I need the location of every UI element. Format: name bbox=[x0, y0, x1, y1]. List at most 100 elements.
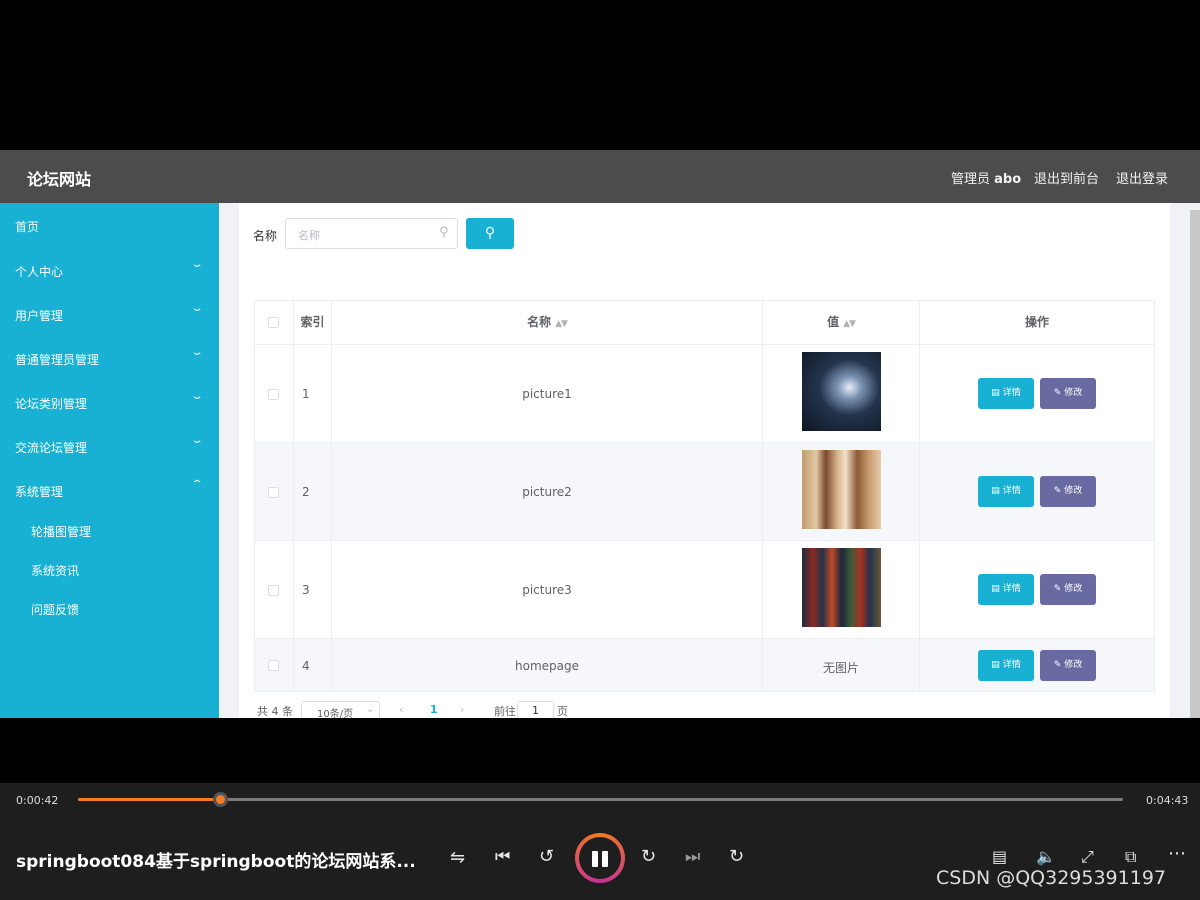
next-icon[interactable]: ⏭ bbox=[685, 847, 700, 867]
sidebar-item-home[interactable]: 首页 bbox=[0, 205, 219, 245]
column-header-value[interactable]: 值 ▲▼ bbox=[763, 301, 920, 344]
back-to-front-link[interactable]: 退出到前台 bbox=[1034, 168, 1099, 187]
document-icon: ▤ bbox=[991, 486, 1000, 496]
sidebar-subitem-news[interactable]: 系统资讯 bbox=[0, 549, 219, 589]
column-header-label: 名称 bbox=[527, 315, 552, 329]
no-image-text: 无图片 bbox=[822, 661, 859, 675]
rewind-10-icon[interactable]: ↺ bbox=[539, 846, 554, 867]
sidebar: 首页 个人中心 ⌄ 用户管理 ⌄ 普通管理员管理 ⌄ 论坛类别管理 ⌄ 交流论坛管理 ⌄ … bbox=[0, 203, 219, 718]
logout-link[interactable]: 退出登录 bbox=[1116, 168, 1168, 187]
admin-name: abo bbox=[994, 172, 1022, 187]
prev-page-icon[interactable]: ‹ bbox=[399, 703, 403, 716]
row-checkbox[interactable] bbox=[268, 487, 279, 498]
page-number[interactable]: 1 bbox=[430, 703, 438, 716]
detail-label: 详情 bbox=[1002, 486, 1021, 496]
sidebar-item-users[interactable]: 用户管理 ⌄ bbox=[0, 294, 219, 334]
detail-button[interactable]: ▤ 详情 bbox=[978, 574, 1034, 605]
thumbnail-image[interactable] bbox=[802, 352, 881, 431]
page-size-select[interactable]: 10条/页 ⌄ bbox=[301, 701, 380, 718]
chevron-down-icon: ⌄ bbox=[190, 259, 204, 270]
goto-suffix: 页 bbox=[557, 705, 568, 718]
sidebar-subitem-feedback[interactable]: 问题反馈 bbox=[0, 588, 219, 628]
video-frame[interactable]: 论坛网站 管理员 abo 退出到前台 退出登录 首页 个人中心 ⌄ 用户管理 ⌄ 普… bbox=[0, 150, 1200, 718]
row-checkbox[interactable] bbox=[268, 389, 279, 400]
search-input[interactable]: 名称 ⚲ bbox=[285, 218, 458, 249]
edit-icon: ✎ bbox=[1053, 388, 1062, 398]
sidebar-item-admins[interactable]: 普通管理员管理 ⌄ bbox=[0, 338, 219, 378]
goto-page-input[interactable]: 1 bbox=[517, 701, 554, 718]
shuffle-icon[interactable]: ⇋ bbox=[450, 847, 465, 868]
sidebar-item-label: 个人中心 bbox=[15, 265, 64, 279]
repeat-icon[interactable]: ↻ bbox=[729, 846, 744, 867]
pause-bar bbox=[592, 851, 598, 867]
detail-button[interactable]: ▤ 详情 bbox=[978, 378, 1034, 409]
name-cell: picture3 bbox=[332, 541, 763, 638]
sidebar-item-system[interactable]: 系统管理 ⌃ bbox=[0, 470, 219, 510]
edit-label: 修改 bbox=[1064, 660, 1083, 670]
sidebar-item-forum[interactable]: 交流论坛管理 ⌄ bbox=[0, 426, 219, 466]
chevron-down-icon: ⌄ bbox=[190, 435, 204, 446]
index-cell: 1 bbox=[294, 345, 332, 442]
name-value: picture2 bbox=[522, 485, 572, 499]
edit-icon: ✎ bbox=[1053, 584, 1062, 594]
name-value: picture3 bbox=[522, 583, 572, 597]
index-cell: 3 bbox=[294, 541, 332, 638]
row-checkbox[interactable] bbox=[268, 660, 279, 671]
mini-player-icon[interactable]: ⧉ bbox=[1125, 847, 1136, 867]
edit-label: 修改 bbox=[1064, 486, 1083, 496]
subtitles-icon[interactable]: ▤ bbox=[992, 847, 1007, 866]
chevron-down-icon: ⌄ bbox=[366, 704, 375, 715]
sidebar-subitem-carousel[interactable]: 轮播图管理 bbox=[0, 510, 219, 550]
seek-bar[interactable] bbox=[78, 792, 1123, 807]
search-placeholder: 名称 bbox=[298, 229, 320, 242]
thumbnail-image[interactable] bbox=[802, 548, 881, 627]
video-title: springboot084基于springboot的论坛网站系... bbox=[16, 852, 416, 872]
row-select-cell bbox=[255, 639, 294, 691]
previous-icon[interactable]: ⏮ bbox=[495, 847, 510, 867]
table-row: 4 homepage 无图片 ▤ 详情 ✎ 修改 bbox=[255, 638, 1154, 691]
select-all-checkbox[interactable] bbox=[268, 317, 279, 328]
value-cell bbox=[763, 345, 920, 442]
admin-label: 管理员 abo bbox=[951, 168, 1021, 187]
sort-icon[interactable]: ▲▼ bbox=[555, 319, 568, 329]
edit-button[interactable]: ✎ 修改 bbox=[1040, 378, 1096, 409]
chevron-down-icon: ⌄ bbox=[190, 303, 204, 314]
sidebar-item-forum-categories[interactable]: 论坛类别管理 ⌄ bbox=[0, 382, 219, 422]
chevron-down-icon: ⌄ bbox=[190, 391, 204, 402]
edit-icon: ✎ bbox=[1053, 486, 1062, 496]
volume-icon[interactable]: 🔈 bbox=[1036, 847, 1056, 866]
pause-button[interactable] bbox=[575, 833, 625, 883]
scrollbar[interactable] bbox=[1190, 210, 1200, 718]
select-all-header bbox=[255, 301, 294, 344]
edit-button[interactable]: ✎ 修改 bbox=[1040, 650, 1096, 681]
fullscreen-icon[interactable]: ⤢ bbox=[1081, 847, 1094, 867]
seek-bar-progress bbox=[78, 798, 221, 801]
edit-button[interactable]: ✎ 修改 bbox=[1040, 574, 1096, 605]
pager-total: 共 4 条 bbox=[257, 705, 293, 718]
sort-icon[interactable]: ▲▼ bbox=[843, 319, 856, 329]
detail-label: 详情 bbox=[1002, 584, 1021, 594]
data-table: 索引 名称 ▲▼ 值 ▲▼ 操作 1 picture1 ▤ 详情 ✎ 修改 2 pict… bbox=[254, 300, 1155, 692]
row-checkbox[interactable] bbox=[268, 585, 279, 596]
thumbnail-image[interactable] bbox=[802, 450, 881, 529]
search-button[interactable]: ⚲ bbox=[466, 218, 514, 249]
value-cell: 无图片 bbox=[763, 639, 920, 691]
index-value: 3 bbox=[302, 583, 310, 597]
sidebar-item-profile[interactable]: 个人中心 ⌄ bbox=[0, 250, 219, 290]
seek-handle[interactable] bbox=[213, 792, 229, 807]
column-header-name[interactable]: 名称 ▲▼ bbox=[332, 301, 763, 344]
sidebar-item-label: 用户管理 bbox=[15, 309, 64, 323]
more-icon[interactable]: ⋯ bbox=[1168, 843, 1186, 864]
forward-30-icon[interactable]: ↻ bbox=[641, 846, 656, 867]
watermark: CSDN @QQ3295391197 bbox=[936, 867, 1167, 889]
actions-cell: ▤ 详情 ✎ 修改 bbox=[920, 639, 1154, 691]
sidebar-item-label: 论坛类别管理 bbox=[15, 397, 88, 411]
detail-button[interactable]: ▤ 详情 bbox=[978, 650, 1034, 681]
sidebar-item-label: 轮播图管理 bbox=[31, 525, 92, 539]
next-page-icon[interactable]: › bbox=[460, 703, 464, 716]
edit-button[interactable]: ✎ 修改 bbox=[1040, 476, 1096, 507]
sidebar-item-label: 问题反馈 bbox=[31, 603, 80, 617]
admin-prefix: 管理员 bbox=[951, 172, 991, 187]
actions-cell: ▤ 详情 ✎ 修改 bbox=[920, 345, 1154, 442]
detail-button[interactable]: ▤ 详情 bbox=[978, 476, 1034, 507]
